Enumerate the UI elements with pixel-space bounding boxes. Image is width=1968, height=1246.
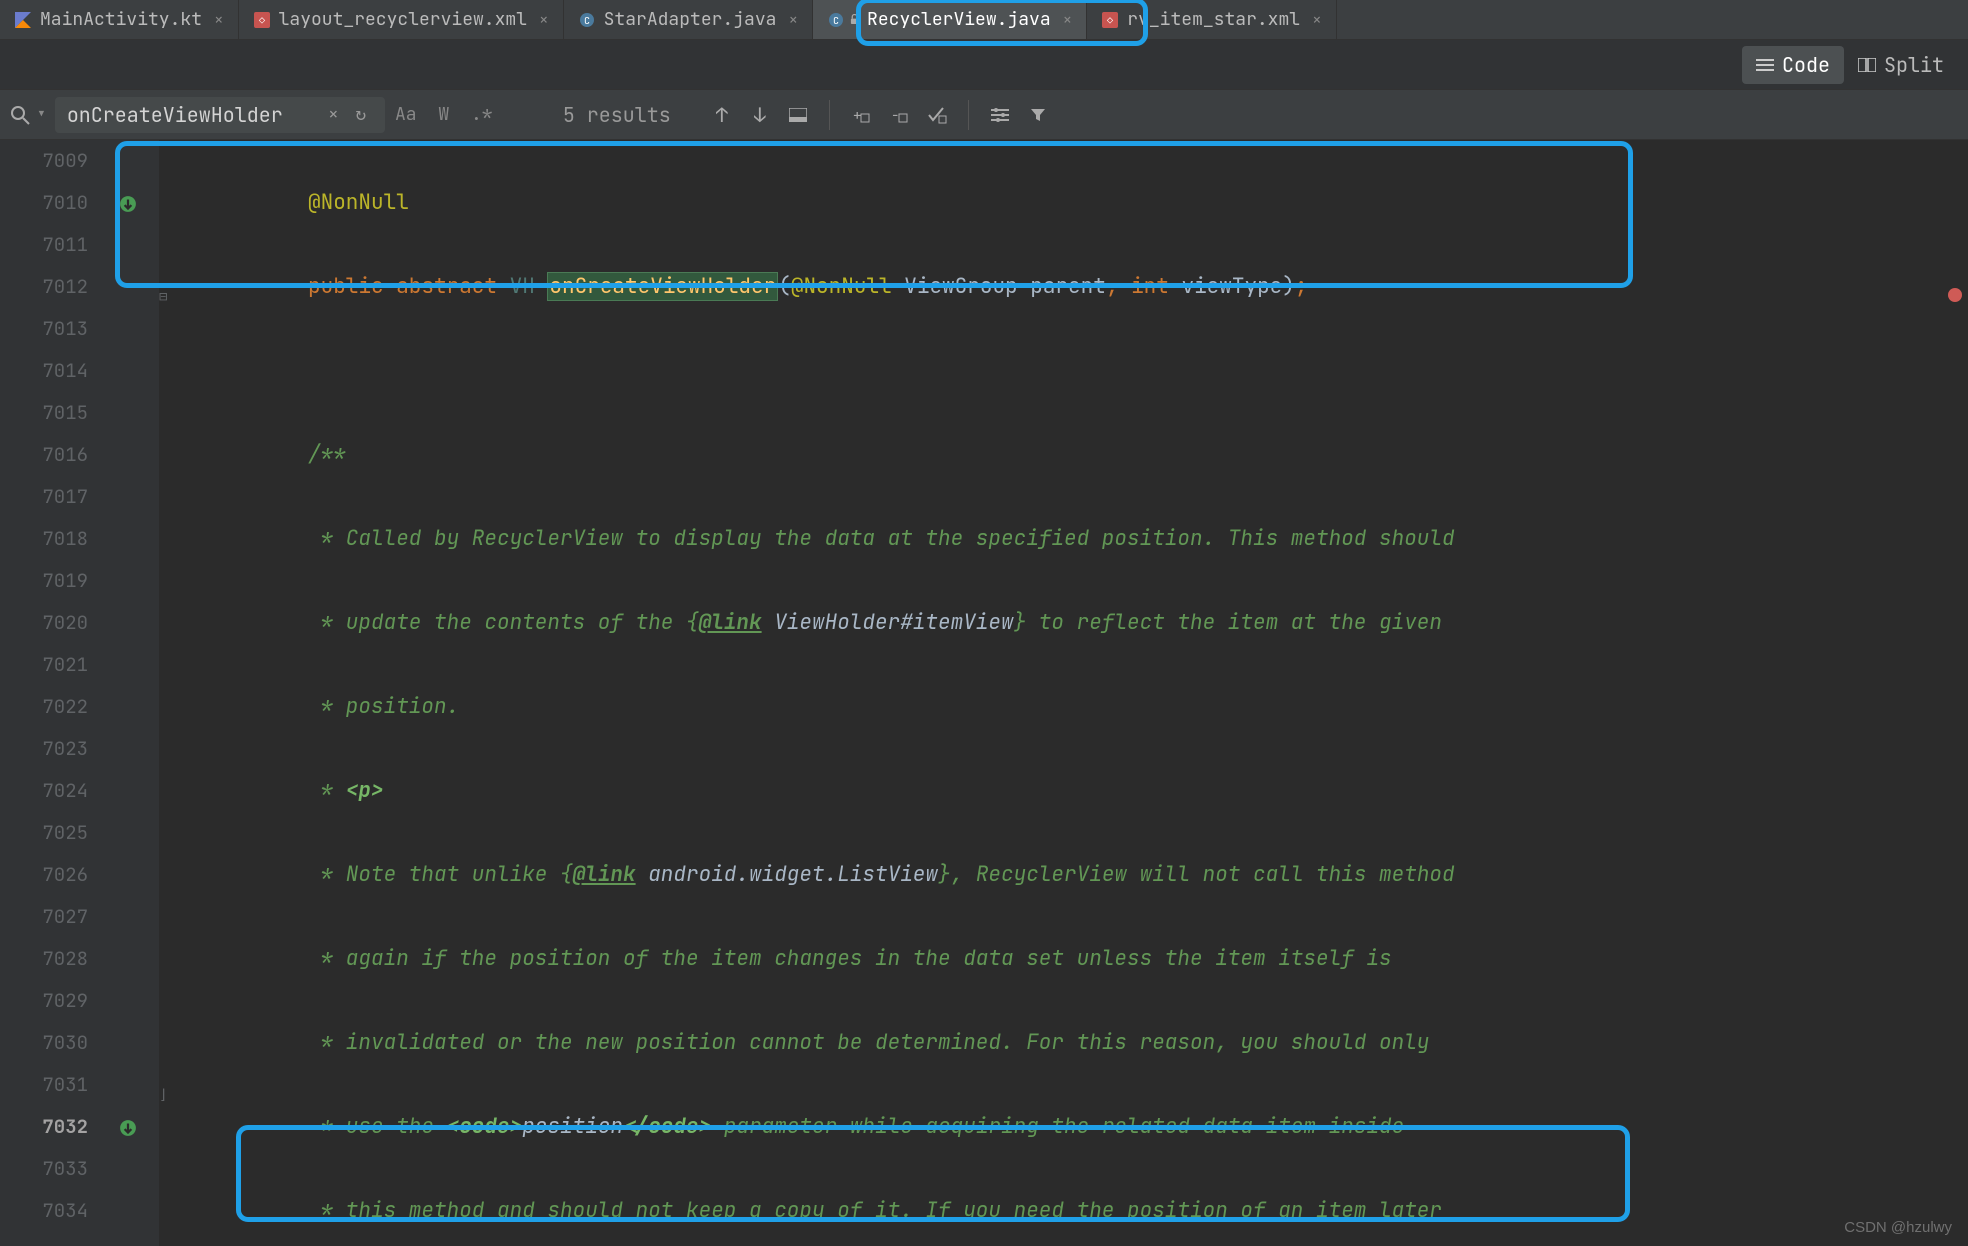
code-content[interactable]: @NonNull public abstract VH onCreateView… <box>178 140 1968 1246</box>
editor-tab-bar: MainActivity.kt × ◇ layout_recyclerview.… <box>0 0 1968 40</box>
svg-text:◇: ◇ <box>258 14 266 27</box>
view-mode-label: Split <box>1884 52 1944 78</box>
line-number: 7016 <box>0 434 88 476</box>
tab-label: StarAdapter.java <box>604 8 777 31</box>
java-class-icon: C <box>827 11 845 29</box>
java-class-icon: C <box>578 11 596 29</box>
method-name: onCreateViewHolder <box>547 272 778 301</box>
separator <box>829 100 830 130</box>
close-icon[interactable]: × <box>214 9 224 30</box>
tab-recyclerview[interactable]: C RecyclerView.java × <box>813 0 1087 39</box>
line-number: 7013 <box>0 308 88 350</box>
gutter-icon-column <box>112 140 158 1246</box>
code-view-icon <box>1756 58 1774 72</box>
line-number: 7031 <box>0 1064 88 1106</box>
fold-start-icon[interactable]: ⊟ <box>159 276 177 294</box>
line-number: 7027 <box>0 896 88 938</box>
tab-label: layout_recyclerview.xml <box>279 8 527 31</box>
line-number: 7015 <box>0 392 88 434</box>
line-number: 7025 <box>0 812 88 854</box>
tab-rv-item-star[interactable]: ◇ rv_item_star.xml × <box>1087 0 1336 39</box>
line-number: 7022 <box>0 686 88 728</box>
line-number: 7018 <box>0 518 88 560</box>
separator <box>968 100 969 130</box>
clear-search-icon[interactable]: × <box>328 103 339 126</box>
line-number: 7012 <box>0 266 88 308</box>
split-view-icon <box>1858 58 1876 72</box>
line-number: 7030 <box>0 1022 88 1064</box>
line-number: 7026 <box>0 854 88 896</box>
kotlin-file-icon <box>14 11 32 29</box>
fold-end-icon[interactable]: ⌋ <box>159 1074 177 1092</box>
close-icon[interactable]: × <box>788 9 798 30</box>
svg-text:−: − <box>891 107 899 124</box>
search-results-count: 5 results <box>563 102 671 128</box>
next-match-icon[interactable]: ↓ <box>743 100 777 130</box>
find-toolbar: ▾ onCreateViewHolder × ↻ Aa W .* 5 resul… <box>0 90 1968 140</box>
match-case-toggle[interactable]: Aa <box>389 100 423 130</box>
fold-column: ⊟ ⌋ <box>158 140 178 1246</box>
watermark-text: CSDN @hzulwy <box>1844 1219 1952 1236</box>
view-mode-code[interactable]: Code <box>1742 46 1844 84</box>
svg-text:C: C <box>584 14 590 27</box>
override-gutter-icon[interactable] <box>116 1116 140 1140</box>
search-query-text: onCreateViewHolder <box>67 102 318 128</box>
code-editor[interactable]: 7009 7010 7011 7012 7013 7014 7015 7016 … <box>0 140 1968 1246</box>
tab-label: RecyclerView.java <box>867 8 1051 31</box>
view-mode-label: Code <box>1782 52 1830 78</box>
filter-icon[interactable] <box>1021 100 1055 130</box>
tab-mainactivity[interactable]: MainActivity.kt × <box>0 0 239 39</box>
search-history-icon[interactable]: ↻ <box>349 103 373 126</box>
search-input[interactable]: onCreateViewHolder × ↻ <box>55 97 385 133</box>
select-all-icon[interactable] <box>920 100 954 130</box>
open-in-tool-window-icon[interactable] <box>781 100 815 130</box>
close-icon[interactable]: × <box>1312 9 1322 30</box>
whole-word-toggle[interactable]: W <box>427 100 461 130</box>
annotation: @NonNull <box>308 189 409 216</box>
line-number: 7024 <box>0 770 88 812</box>
line-number: 7023 <box>0 728 88 770</box>
line-number: 7011 <box>0 224 88 266</box>
line-number: 7028 <box>0 938 88 980</box>
line-number-gutter: 7009 7010 7011 7012 7013 7014 7015 7016 … <box>0 140 112 1246</box>
close-icon[interactable]: × <box>1063 9 1073 30</box>
error-stripe-marker[interactable] <box>1948 288 1962 302</box>
line-number: 7014 <box>0 350 88 392</box>
tab-label: rv_item_star.xml <box>1127 8 1300 31</box>
line-number: 7020 <box>0 602 88 644</box>
prev-match-icon[interactable]: ↑ <box>705 100 739 130</box>
line-number: 7017 <box>0 476 88 518</box>
remove-selection-icon[interactable]: − <box>882 100 916 130</box>
line-number: 7021 <box>0 644 88 686</box>
add-selection-icon[interactable]: + <box>844 100 878 130</box>
line-number: 7034 <box>0 1190 88 1232</box>
lock-icon <box>849 11 859 29</box>
view-mode-split[interactable]: Split <box>1844 46 1958 84</box>
svg-text:◇: ◇ <box>1106 14 1114 27</box>
svg-text:+: + <box>853 107 861 124</box>
line-number: 7010 <box>0 182 88 224</box>
xml-file-icon: ◇ <box>1101 11 1119 29</box>
line-number: 7033 <box>0 1148 88 1190</box>
search-icon <box>6 101 34 129</box>
line-number: 7019 <box>0 560 88 602</box>
view-mode-bar: Code Split <box>0 40 1968 90</box>
tab-staradapter[interactable]: C StarAdapter.java × <box>564 0 813 39</box>
override-gutter-icon[interactable] <box>116 192 140 216</box>
line-number: 7009 <box>0 140 88 182</box>
line-number: 7029 <box>0 980 88 1022</box>
close-icon[interactable]: × <box>539 9 549 30</box>
line-number: 7032 <box>0 1106 88 1148</box>
svg-text:C: C <box>833 14 839 27</box>
xml-file-icon: ◇ <box>253 11 271 29</box>
chevron-down-icon[interactable]: ▾ <box>36 103 47 126</box>
tab-layout-recyclerview[interactable]: ◇ layout_recyclerview.xml × <box>239 0 564 39</box>
regex-toggle[interactable]: .* <box>465 100 499 130</box>
tab-label: MainActivity.kt <box>40 8 202 31</box>
settings-icon[interactable] <box>983 100 1017 130</box>
